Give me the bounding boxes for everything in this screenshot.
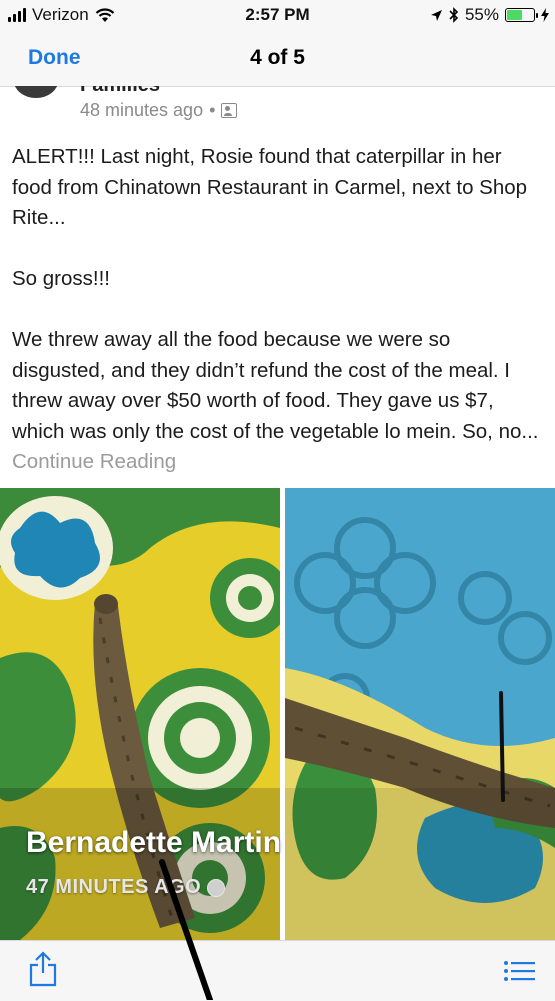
group-name[interactable]: Families bbox=[80, 86, 160, 97]
caterpillar-photo-right-art bbox=[285, 488, 555, 940]
caterpillar-photo-left-art bbox=[0, 488, 280, 940]
post-meta: 48 minutes ago • bbox=[80, 100, 238, 121]
post-header: Families 48 minutes ago • bbox=[0, 86, 555, 136]
caterpillar-photo-right[interactable] bbox=[285, 488, 555, 940]
battery-percent: 55% bbox=[464, 5, 499, 24]
location-arrow-icon bbox=[430, 9, 442, 21]
photo-viewer-nav-bar: Done 4 of 5 bbox=[0, 30, 555, 87]
charging-bolt-icon bbox=[541, 8, 549, 22]
post-paragraph-2: So gross!!! bbox=[12, 267, 110, 290]
share-icon[interactable] bbox=[28, 951, 58, 987]
photo-counter-title: 4 of 5 bbox=[250, 46, 305, 69]
post-time[interactable]: 48 minutes ago bbox=[80, 100, 203, 121]
post-paragraph-1: ALERT!!! Last night, Rosie found that ca… bbox=[12, 145, 528, 229]
continue-reading-link[interactable]: Continue Reading bbox=[12, 450, 176, 473]
list-icon[interactable] bbox=[503, 959, 535, 983]
globe-icon bbox=[207, 878, 226, 897]
photo-timestamp: 47 MINUTES AGO bbox=[26, 876, 226, 899]
post-photos bbox=[0, 488, 555, 940]
group-icon bbox=[221, 103, 238, 118]
group-avatar[interactable] bbox=[14, 86, 58, 98]
post-paragraph-3: We threw away all the food because we we… bbox=[12, 325, 547, 478]
caterpillar-photo-left[interactable] bbox=[0, 488, 280, 940]
bluetooth-icon bbox=[449, 7, 459, 23]
status-bar: Verizon 2:57 PM 55% bbox=[0, 0, 555, 30]
post-paragraph-3-text: We threw away all the food because we we… bbox=[12, 328, 539, 443]
photo-timestamp-text: 47 MINUTES AGO bbox=[26, 876, 202, 898]
bottom-toolbar bbox=[0, 940, 555, 1001]
photo-author-name[interactable]: Bernadette Martin bbox=[26, 826, 281, 860]
post-text: ALERT!!! Last night, Rosie found that ca… bbox=[12, 142, 547, 478]
battery-icon bbox=[505, 8, 538, 22]
meta-separator: • bbox=[209, 100, 216, 120]
